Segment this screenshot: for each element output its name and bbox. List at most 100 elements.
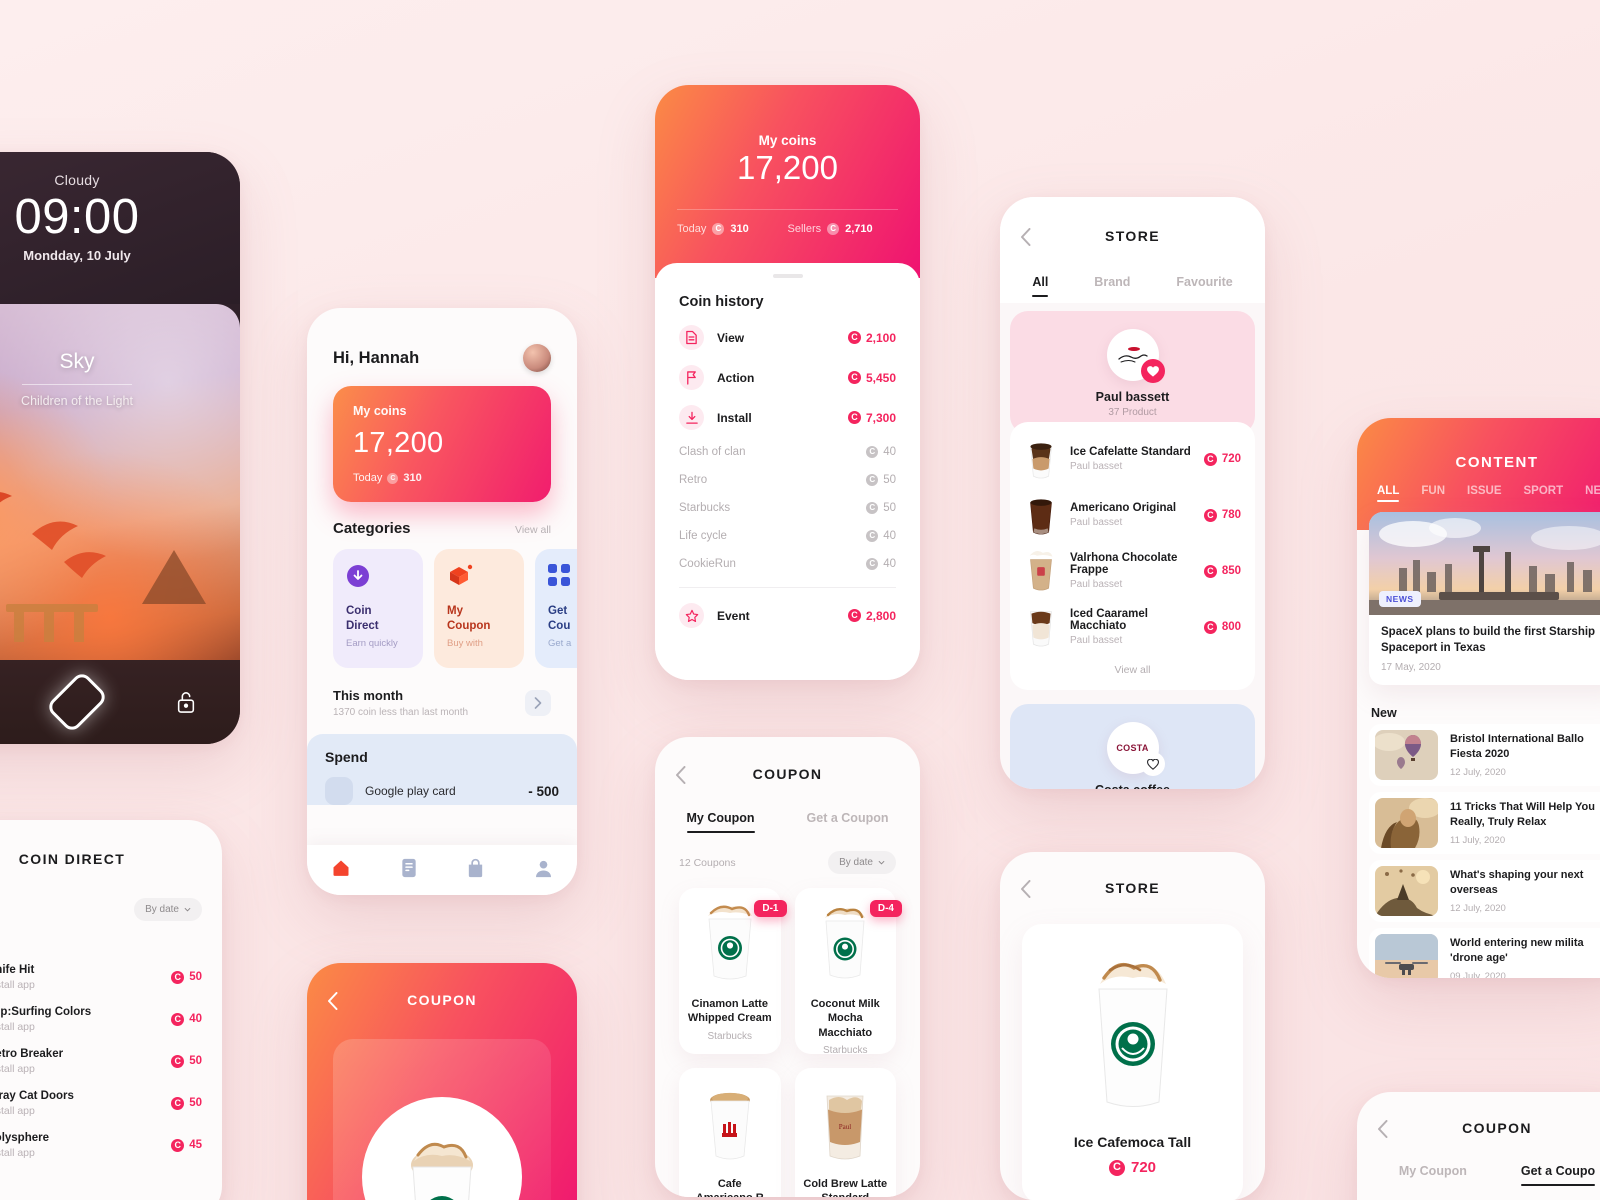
history-sub-row[interactable]: Starbucks C 50 (679, 502, 896, 514)
tab-favourite[interactable]: Favourite (1176, 275, 1232, 289)
coupon-card[interactable]: D-1 Cinamon Latte Whipped Cream Starbuck… (679, 888, 787, 1054)
sheet-handle[interactable] (772, 274, 803, 278)
coupon-name: Coconut Milk Mocha Macchiato (810, 998, 880, 1039)
history-row[interactable]: Install C 7,300 (679, 405, 896, 430)
app-row[interactable]: Stray Cat Doors Install app C 50 (0, 1077, 222, 1119)
phone-store-detail: STORE Ice Cafemoca Tall C 720 (1000, 852, 1265, 1200)
this-month-row[interactable]: This month 1370 coin less than last mont… (333, 688, 551, 718)
tab-get-a-coupon[interactable]: Get a Coupon (807, 811, 889, 825)
history-row[interactable]: Action C 5,450 (679, 365, 896, 390)
brand-logo (1106, 329, 1165, 383)
app-row[interactable]: Flip:Surfing Colors Install app C 40 (0, 993, 222, 1035)
tab-news[interactable]: NE (1585, 485, 1600, 497)
brand-card-costa[interactable]: COSTA Costa coffee 29 Product (1010, 704, 1255, 789)
categories-header: Categories View all (333, 520, 551, 537)
tab-fun[interactable]: FUN (1421, 485, 1445, 497)
product-row[interactable]: Ice Cafelatte Standard Paul basset C 720 (1024, 438, 1241, 480)
product-name: Iced Caaramel Macchiato (1070, 608, 1148, 632)
tab-my-coupon[interactable]: My Coupon (1399, 1164, 1467, 1178)
filter-row: ategories By date (0, 898, 222, 921)
favourite-icon[interactable] (1140, 359, 1165, 383)
chevron-right-icon[interactable] (525, 690, 551, 716)
coin-icon: C (866, 446, 879, 458)
coin-icon: C (712, 223, 725, 235)
back-icon[interactable] (1020, 880, 1036, 898)
coupon-card[interactable]: Paul Cold Brew Latte Standard Paul basse… (794, 1068, 896, 1197)
paul-bassett-cup-image: Paul (826, 1095, 864, 1160)
person-icon[interactable] (534, 858, 553, 883)
weather-label: Cloudy (54, 172, 100, 188)
expiry-badge: D-4 (869, 900, 902, 917)
product-row[interactable]: Iced Caaramel Macchiato Paul basset C 80… (1024, 606, 1241, 648)
back-icon[interactable] (327, 992, 343, 1010)
avatar[interactable] (523, 344, 551, 372)
product-row[interactable]: Americano Original Paul basset C 780 (1024, 494, 1241, 536)
store-header: STORE (1000, 197, 1265, 275)
article-date: 12 July, 2020 (1450, 766, 1506, 778)
bag-icon[interactable] (466, 858, 485, 883)
sort-button[interactable]: By date (134, 898, 202, 921)
article-row[interactable]: 11 Tricks That Will Help You Really, Tru… (1369, 792, 1600, 854)
category-card-coin-direct[interactable]: Coin Direct Earn quickly (333, 549, 423, 668)
coupon-get-tabs: My Coupon Get a Coupo (1357, 1164, 1600, 1186)
tab-my-coupon[interactable]: My Coupon (686, 811, 755, 833)
article-row[interactable]: What's shaping your next overseas 12 Jul… (1369, 860, 1600, 922)
history-row-event[interactable]: Event C 2,800 (679, 603, 896, 628)
page-title: STORE (1105, 880, 1160, 896)
app-row[interactable]: Knife Hit Install app C 50 (0, 951, 222, 993)
coupon-card[interactable]: Cafe Amaricano R Hollys Coffee (679, 1068, 781, 1197)
history-row[interactable]: View C 2,100 (679, 325, 896, 350)
divider (22, 384, 132, 385)
tab-all[interactable]: ALL (1377, 485, 1400, 502)
category-card-get-coupon[interactable]: Get Cou Get a (535, 549, 577, 668)
chevron-down-icon (878, 860, 885, 865)
history-sub-row[interactable]: Retro C 50 (679, 474, 896, 486)
list-icon[interactable] (400, 858, 418, 883)
tab-get-a-coupon[interactable]: Get a Coupo (1520, 1164, 1596, 1186)
article-list: Bristol International Ballo Fiesta 2020 … (1369, 724, 1600, 978)
install-icon (679, 405, 704, 430)
category-card-my-coupon[interactable]: My Coupon Buy with (434, 549, 524, 668)
unlock-icon[interactable] (167, 683, 205, 721)
diamond-icon[interactable] (45, 670, 109, 734)
sellers-stat: Sellers C 2,710 (788, 223, 899, 235)
view-all-link[interactable]: View all (515, 524, 551, 536)
product-price-wrap: C 720 (1203, 452, 1241, 466)
product-row[interactable]: Valrhona Chocolate Frappe Paul basset C … (1024, 550, 1241, 592)
history-sub-row[interactable]: CookieRun C 40 (679, 558, 896, 570)
spend-row[interactable]: Google play card - 500 (325, 777, 559, 805)
favourite-icon[interactable] (1140, 752, 1165, 776)
product-name: Ice Cafelatte Standard (1070, 446, 1191, 458)
new-section-label: New (1371, 706, 1397, 720)
product-detail-card[interactable]: Ice Cafemoca Tall C 720 (1022, 924, 1243, 1200)
article-row[interactable]: Bristol International Ballo Fiesta 2020 … (1369, 724, 1600, 786)
coupon-card[interactable] (333, 1039, 551, 1200)
app-name: Flip:Surfing Colors (0, 1005, 92, 1018)
back-icon[interactable] (1377, 1120, 1393, 1138)
tab-brand[interactable]: Brand (1094, 275, 1130, 289)
coupon-card[interactable]: D-4 Coconut Milk Mocha Macchiato Starbuc… (794, 888, 902, 1056)
song-title: Sky (59, 350, 95, 373)
app-row[interactable]: Retro Breaker Install app C 50 (0, 1035, 222, 1077)
view-all-link[interactable]: View all (1024, 662, 1241, 678)
brand-card-paul-bassett[interactable]: Paul bassett 37 Product (1010, 311, 1255, 434)
product-price-wrap: C 850 (1203, 564, 1241, 578)
phone-coupon-list: COUPON My Coupon Get a Coupon 12 Coupons… (655, 737, 920, 1197)
coin-icon: C (847, 411, 861, 424)
document-icon (679, 325, 704, 350)
tab-sport[interactable]: SPORT (1524, 485, 1564, 497)
history-sub-row[interactable]: Life cycle C 40 (679, 530, 896, 542)
back-icon[interactable] (1020, 228, 1036, 246)
app-row[interactable]: Polysphere Install app C 45 (0, 1119, 222, 1161)
this-month-title: This month (333, 688, 404, 703)
history-sub-row[interactable]: Clash of clan C 40 (679, 446, 896, 458)
home-icon[interactable] (331, 858, 351, 883)
tab-all[interactable]: All (1032, 275, 1048, 297)
sort-button[interactable]: By date (828, 851, 896, 874)
history-value: 5,450 (865, 370, 896, 385)
balance-card[interactable]: My coins 17,200 Today C 310 (333, 386, 551, 502)
article-row[interactable]: World entering new milita 'drone age' 09… (1369, 928, 1600, 978)
tab-issue[interactable]: ISSUE (1467, 485, 1502, 497)
back-icon[interactable] (675, 766, 691, 784)
hero-article[interactable]: NEWS SpaceX plans to build the first Sta… (1369, 512, 1600, 686)
